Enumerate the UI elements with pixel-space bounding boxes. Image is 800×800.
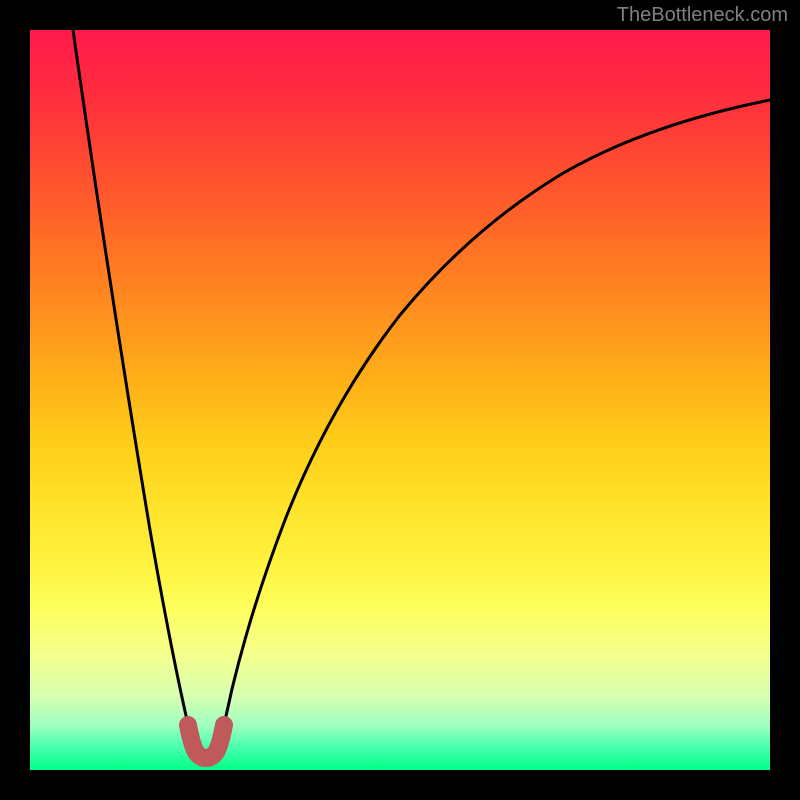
left-curve (73, 30, 232, 756)
valley-highlight (188, 725, 224, 758)
right-curve (232, 100, 770, 689)
curve-overlay (30, 30, 770, 770)
watermark-text: TheBottleneck.com (617, 4, 788, 27)
outer-frame: TheBottleneck.com (0, 0, 800, 800)
